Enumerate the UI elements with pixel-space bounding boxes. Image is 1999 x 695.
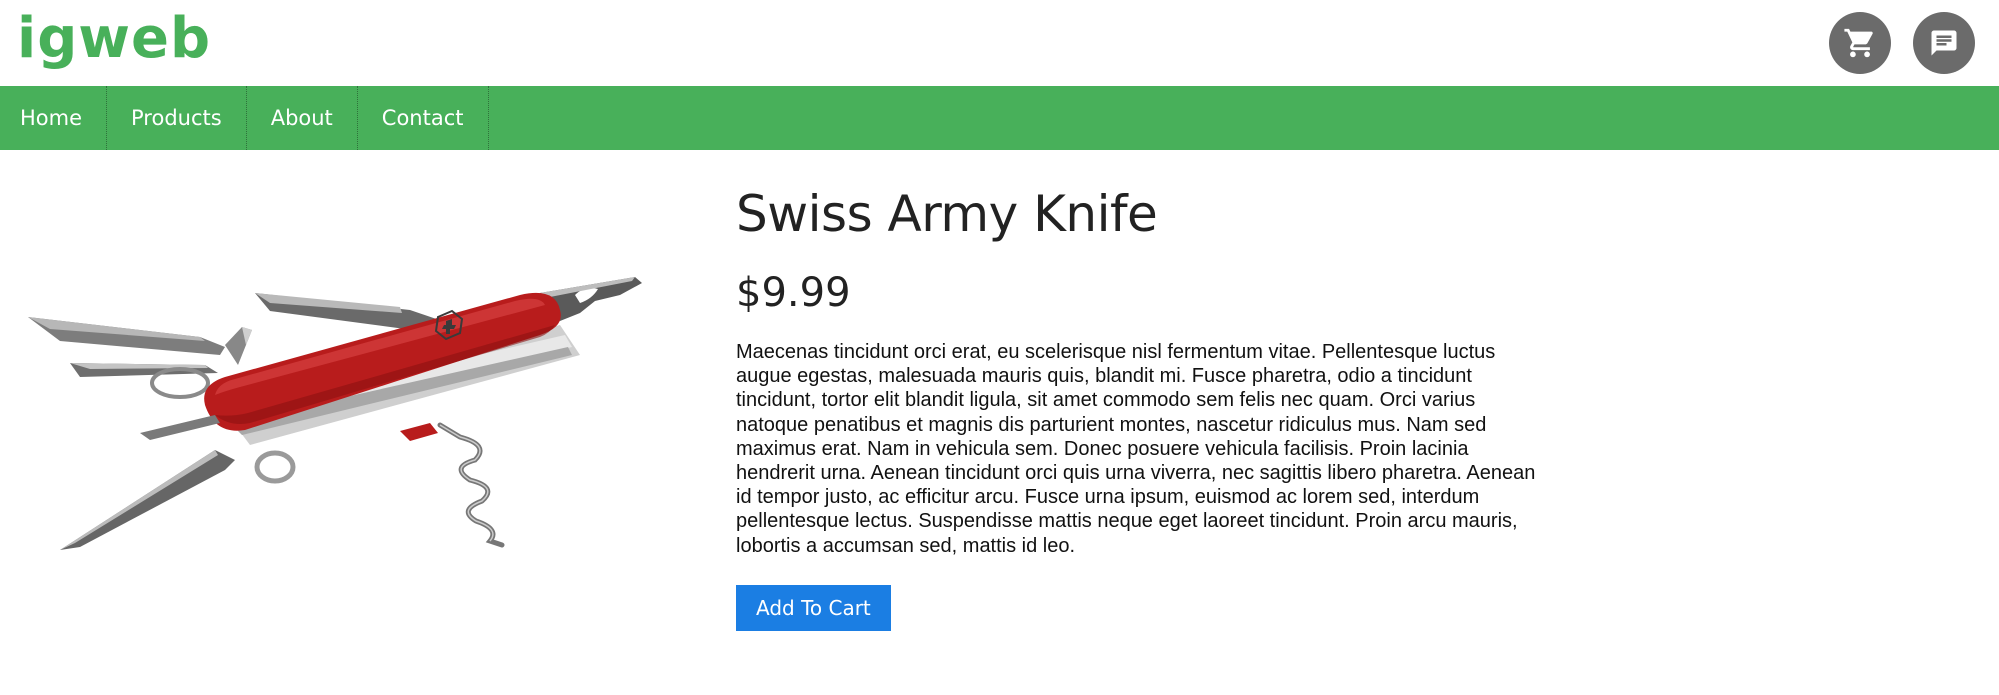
nav-item-home[interactable]: Home xyxy=(0,86,108,150)
site-header: igweb xyxy=(0,0,1999,86)
nav-item-label: Products xyxy=(131,106,222,130)
swiss-army-knife-image xyxy=(28,277,642,550)
nav-item-label: Contact xyxy=(381,106,464,130)
add-to-cart-button[interactable]: Add To Cart xyxy=(736,584,891,631)
product-price: $9.99 xyxy=(736,270,851,316)
nav-item-label: About xyxy=(270,106,333,130)
product-image xyxy=(20,255,650,570)
chat-button[interactable] xyxy=(1913,12,1975,74)
product-title: Swiss Army Knife xyxy=(736,185,1158,243)
nav-item-products[interactable]: Products xyxy=(107,86,247,150)
cart-icon xyxy=(1844,28,1873,58)
nav-item-label: Home xyxy=(20,106,83,130)
cart-button[interactable] xyxy=(1829,12,1891,74)
site-logo[interactable]: igweb xyxy=(17,4,211,74)
nav-item-about[interactable]: About xyxy=(247,86,358,150)
product-info: Swiss Army Knife $9.99 Maecenas tincidun… xyxy=(736,180,1556,631)
product-description: Maecenas tincidunt orci erat, eu sceleri… xyxy=(736,341,1536,557)
header-icons xyxy=(1829,12,1975,74)
chat-icon xyxy=(1931,30,1957,56)
main-nav: Home Products About Contact xyxy=(0,86,1999,150)
nav-item-contact[interactable]: Contact xyxy=(358,86,489,150)
